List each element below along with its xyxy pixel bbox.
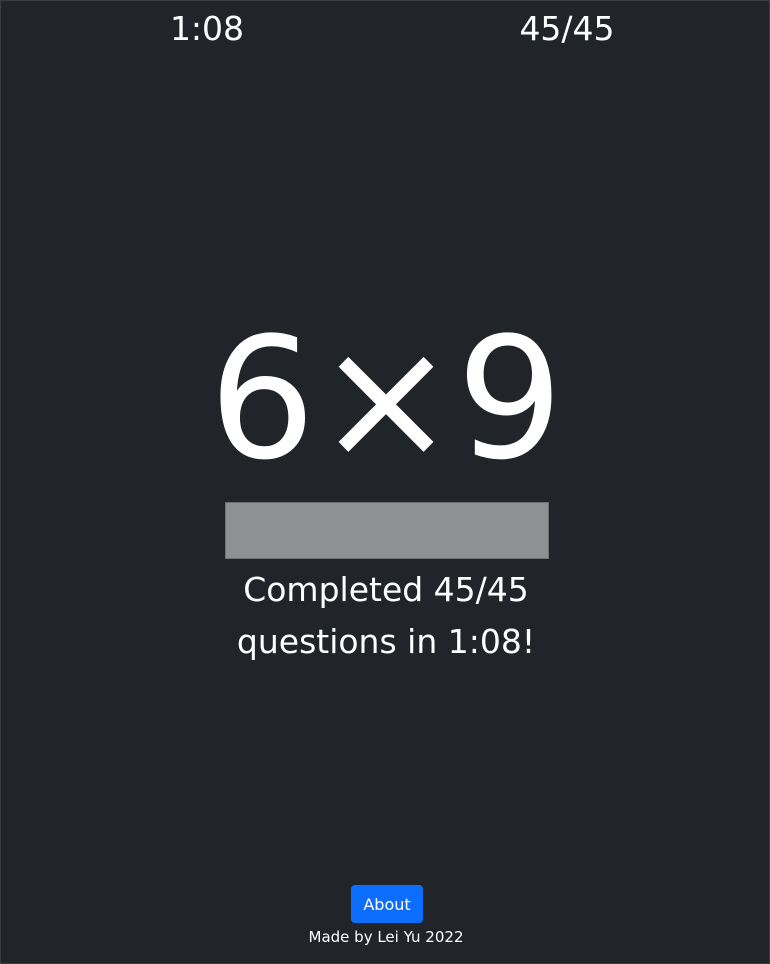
credit-text: Made by Lei Yu 2022 — [308, 928, 464, 946]
multiplication-problem: 6×9 — [208, 301, 564, 497]
quiz-page: 1:08 45/45 6×9 Completed 45/45 questions… — [0, 0, 770, 964]
completion-message-line1: Completed 45/45 — [243, 570, 529, 609]
completion-message-line2: questions in 1:08! — [236, 622, 536, 661]
question-counter: 45/45 — [519, 9, 615, 48]
about-button[interactable]: About — [351, 885, 423, 923]
answer-input[interactable] — [225, 502, 549, 559]
completion-message: Completed 45/45 questions in 1:08! — [1, 564, 770, 668]
timer-display: 1:08 — [169, 9, 245, 48]
